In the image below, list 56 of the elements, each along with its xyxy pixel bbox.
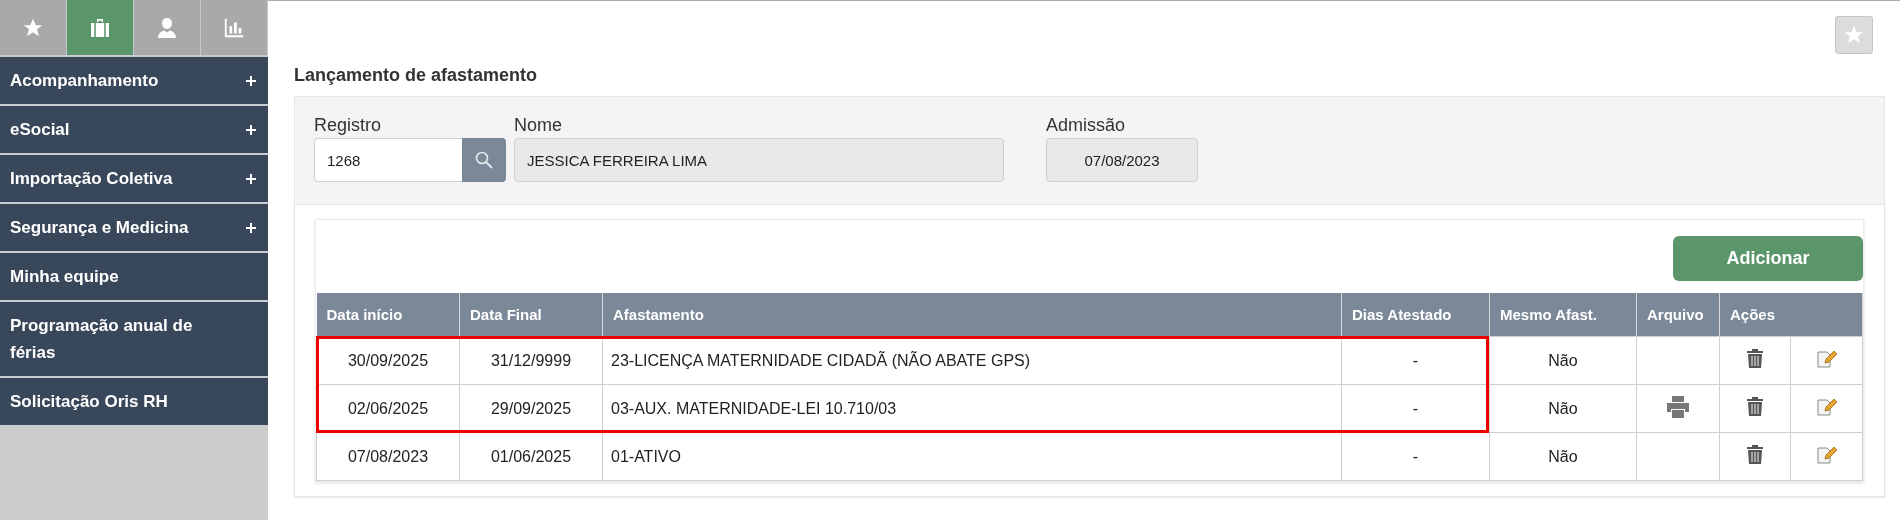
trash-icon[interactable]	[1747, 397, 1763, 416]
sidebar-tab[interactable]	[134, 0, 201, 55]
table-cell: 02/06/2025	[347, 399, 429, 417]
printer-icon[interactable]	[1666, 395, 1690, 418]
column-header: Ações	[1719, 293, 1863, 337]
table-cell: 07/08/2023	[347, 447, 429, 465]
page-title: Lançamento de afastamento	[294, 65, 539, 86]
edit-icon[interactable]	[1816, 349, 1837, 368]
table-cell: Não	[1548, 351, 1578, 369]
sidebar-item[interactable]: eSocial	[0, 106, 268, 155]
column-header: Mesmo Afast.	[1489, 293, 1637, 337]
admission-date-field[interactable]: 07/08/2023	[1046, 138, 1198, 182]
star-icon	[1843, 24, 1865, 46]
sidebar-tab[interactable]	[0, 0, 67, 55]
sidebar-item[interactable]: Solicitação Oris RH	[0, 378, 268, 427]
field-label: Nome	[514, 115, 563, 136]
search-button[interactable]	[462, 138, 506, 182]
column-header: Dias Atestado	[1341, 293, 1490, 337]
sidebar-item[interactable]: Minha equipe	[0, 253, 268, 302]
column-header: Afastamento	[602, 293, 1342, 337]
sidebar-item[interactable]: Importação Coletiva	[0, 155, 268, 204]
bar-chart-icon	[223, 16, 245, 39]
sidebar-item[interactable]: Acompanhamento	[0, 57, 268, 106]
column-header: Data Final	[459, 293, 603, 337]
table-cell: Não	[1548, 399, 1578, 417]
name-field[interactable]: JESSICA FERREIRA LIMA	[514, 138, 1004, 182]
table-cell: 31/12/9999	[490, 351, 572, 369]
table-cell: 01/06/2025	[490, 447, 572, 465]
table-cell: -	[1412, 399, 1419, 417]
field-label: Registro	[314, 115, 383, 136]
sidebar-item[interactable]: Programação anual de férias	[0, 302, 268, 378]
user-icon	[155, 15, 179, 40]
column-header: Data início	[316, 293, 460, 337]
table-cell: 03-AUX. MATERNIDADE-LEI 10.710/03	[611, 399, 897, 417]
sidebar-tab[interactable]	[201, 0, 268, 55]
table-cell: 29/09/2025	[490, 399, 572, 417]
plus-icon	[246, 75, 256, 86]
edit-icon[interactable]	[1816, 445, 1837, 464]
search-icon	[475, 151, 493, 169]
field-label: Admissão	[1046, 115, 1127, 136]
table-cell: -	[1412, 351, 1419, 369]
table-cell: 30/09/2025	[347, 351, 429, 369]
sidebar-tab[interactable]	[67, 0, 134, 55]
trash-icon[interactable]	[1747, 349, 1763, 368]
trash-icon[interactable]	[1747, 445, 1763, 464]
sidebar-item[interactable]: Segurança e Medicina	[0, 204, 268, 253]
plus-icon	[246, 124, 256, 135]
column-header: Arquivo	[1636, 293, 1720, 337]
plus-icon	[246, 173, 256, 184]
table-cell: 23-LICENÇA MATERNIDADE CIDADÃ (NÃO ABATE GPS)	[611, 351, 1031, 369]
table-cell: -	[1412, 447, 1419, 465]
plus-icon	[246, 222, 256, 233]
table-cell: Não	[1548, 447, 1578, 465]
add-button[interactable]: Adicionar	[1673, 236, 1863, 281]
edit-icon[interactable]	[1816, 397, 1837, 416]
table-cell: 01-ATIVO	[611, 447, 681, 465]
